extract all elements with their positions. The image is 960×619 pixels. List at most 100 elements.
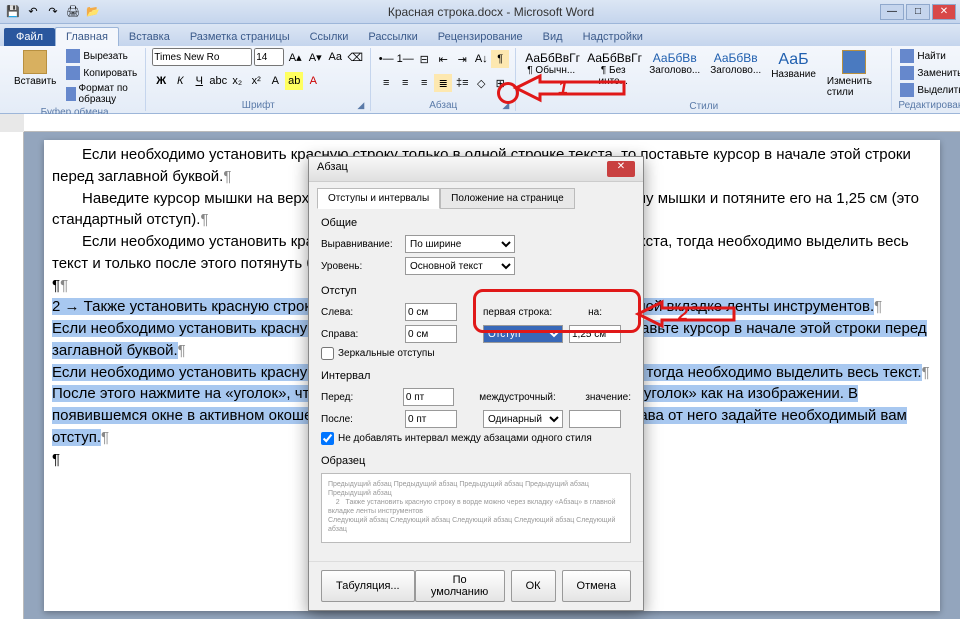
style-normal[interactable]: АаБбВвГг¶ Обычн... (522, 48, 580, 79)
dialog-close-button[interactable]: ✕ (607, 161, 635, 177)
default-button[interactable]: По умолчанию (415, 570, 505, 602)
style-title[interactable]: АаБНазвание (768, 48, 819, 83)
window-title: Красная строка.docx - Microsoft Word (102, 5, 880, 19)
indent-right-input[interactable]: 0 см (405, 325, 457, 343)
align-left-button[interactable]: ≡ (377, 74, 395, 92)
indent-left-input[interactable]: 0 см (405, 303, 457, 321)
dialog-tab-position[interactable]: Положение на странице (440, 188, 574, 209)
close-button[interactable]: ✕ (932, 4, 956, 20)
paste-button[interactable]: Вставить (10, 48, 60, 89)
replace-icon (900, 66, 914, 80)
tab-view[interactable]: Вид (533, 28, 573, 46)
shading-button[interactable]: ◇ (472, 74, 490, 92)
justify-button[interactable]: ≣ (434, 74, 452, 92)
line-spacing-select[interactable]: Одинарный (483, 410, 563, 428)
format-painter-button[interactable]: Формат по образцу (64, 82, 139, 106)
change-case-button[interactable]: Aa (326, 48, 344, 66)
cut-button[interactable]: Вырезать (64, 48, 139, 64)
underline-button[interactable]: Ч (190, 72, 208, 90)
tab-layout[interactable]: Разметка страницы (180, 28, 300, 46)
highlight-button[interactable]: ab (285, 72, 303, 90)
vertical-ruler[interactable] (0, 132, 24, 619)
tab-home[interactable]: Главная (55, 27, 119, 46)
tab-addins[interactable]: Надстройки (573, 28, 653, 46)
space-after-input[interactable]: 0 пт (405, 410, 457, 428)
tab-insert[interactable]: Вставка (119, 28, 180, 46)
sort-button[interactable]: A↓ (472, 50, 490, 68)
group-font: A▴ A▾ Aa ⌫ Ж К Ч abc x₂ x² A ab A Шрифт◢ (146, 48, 371, 111)
font-color-button[interactable]: A (304, 72, 322, 90)
maximize-button[interactable]: □ (906, 4, 930, 20)
clear-format-button[interactable]: ⌫ (346, 48, 364, 66)
paragraph-launcher-icon[interactable]: ◢ (502, 100, 509, 111)
bullets-button[interactable]: •― (377, 50, 395, 68)
increase-indent-button[interactable]: ⇥ (453, 50, 471, 68)
space-before-input[interactable]: 0 пт (403, 388, 454, 406)
first-line-label: первая строка: (483, 307, 552, 318)
numbering-button[interactable]: 1― (396, 50, 414, 68)
section-spacing: Интервал (321, 370, 631, 382)
italic-button[interactable]: К (171, 72, 189, 90)
group-styles: АаБбВвГг¶ Обычн... АаБбВвГг¶ Без инте...… (516, 48, 892, 111)
minimize-button[interactable]: — (880, 4, 904, 20)
alignment-select[interactable]: По ширине (405, 235, 515, 253)
text-effects-button[interactable]: A (266, 72, 284, 90)
font-launcher-icon[interactable]: ◢ (357, 100, 364, 111)
window-controls: — □ ✕ (880, 4, 956, 20)
level-select[interactable]: Основной текст (405, 257, 515, 275)
show-marks-button[interactable]: ¶ (491, 50, 509, 68)
mirror-indents-checkbox[interactable]: Зеркальные отступы (321, 347, 631, 360)
font-size-input[interactable] (254, 48, 284, 66)
grow-font-button[interactable]: A▴ (286, 48, 304, 66)
qat-open-icon[interactable]: 📂 (84, 3, 102, 21)
tab-review[interactable]: Рецензирование (428, 28, 533, 46)
dialog-titlebar[interactable]: Абзац ✕ (309, 157, 643, 182)
strike-button[interactable]: abc (209, 72, 227, 90)
tab-mailings[interactable]: Рассылки (358, 28, 427, 46)
cancel-button[interactable]: Отмена (562, 570, 631, 602)
decrease-indent-button[interactable]: ⇤ (434, 50, 452, 68)
align-right-button[interactable]: ≡ (415, 74, 433, 92)
find-button[interactable]: Найти (898, 48, 960, 64)
group-font-label: Шрифт◢ (152, 99, 364, 111)
indent-by-input[interactable]: 1,25 см (569, 325, 621, 343)
ok-button[interactable]: ОК (511, 570, 556, 602)
horizontal-ruler[interactable] (24, 114, 960, 132)
qat-undo-icon[interactable]: ↶ (24, 3, 42, 21)
section-general: Общие (321, 217, 631, 229)
align-center-button[interactable]: ≡ (396, 74, 414, 92)
change-styles-button[interactable]: Изменить стили (823, 48, 885, 100)
group-clipboard: Вставить Вырезать Копировать Формат по о… (4, 48, 146, 111)
tabs-button[interactable]: Табуляция... (321, 570, 415, 602)
tab-references[interactable]: Ссылки (300, 28, 359, 46)
select-button[interactable]: Выделить (898, 82, 960, 98)
style-heading1[interactable]: АаБбВвЗаголово... (646, 48, 703, 79)
qat-redo-icon[interactable]: ↷ (44, 3, 62, 21)
font-name-input[interactable] (152, 48, 252, 66)
copy-icon (66, 66, 80, 80)
copy-button[interactable]: Копировать (64, 65, 139, 81)
style-nospacing[interactable]: АаБбВвГг¶ Без инте... (584, 48, 642, 90)
shrink-font-button[interactable]: A▾ (306, 48, 324, 66)
subscript-button[interactable]: x₂ (228, 72, 246, 90)
qat-save-icon[interactable]: 💾 (4, 3, 22, 21)
dialog-tab-indents[interactable]: Отступы и интервалы (317, 188, 440, 209)
cut-icon (66, 49, 80, 63)
line-spacing-button[interactable]: ‡≡ (453, 74, 471, 92)
qat-print-icon[interactable]: 🖨 (64, 3, 82, 21)
first-line-select[interactable]: Отступ (483, 325, 563, 343)
spacing-at-input[interactable] (569, 410, 621, 428)
quick-access-toolbar: 💾 ↶ ↷ 🖨 📂 (4, 3, 102, 21)
style-heading2[interactable]: АаБбВвЗаголово... (707, 48, 764, 79)
multilevel-button[interactable]: ⊟ (415, 50, 433, 68)
superscript-button[interactable]: x² (247, 72, 265, 90)
indent-right-label: Справа: (321, 329, 399, 340)
no-space-checkbox[interactable]: Не добавлять интервал между абзацами одн… (321, 432, 631, 445)
replace-button[interactable]: Заменить (898, 65, 960, 81)
paragraph-dialog: Абзац ✕ Отступы и интервалы Положение на… (308, 156, 644, 611)
line-spacing-label: междустрочный: (479, 392, 556, 403)
bold-button[interactable]: Ж (152, 72, 170, 90)
borders-button[interactable]: ⊞ (491, 74, 509, 92)
file-tab[interactable]: Файл (4, 28, 55, 46)
level-label: Уровень: (321, 261, 399, 272)
